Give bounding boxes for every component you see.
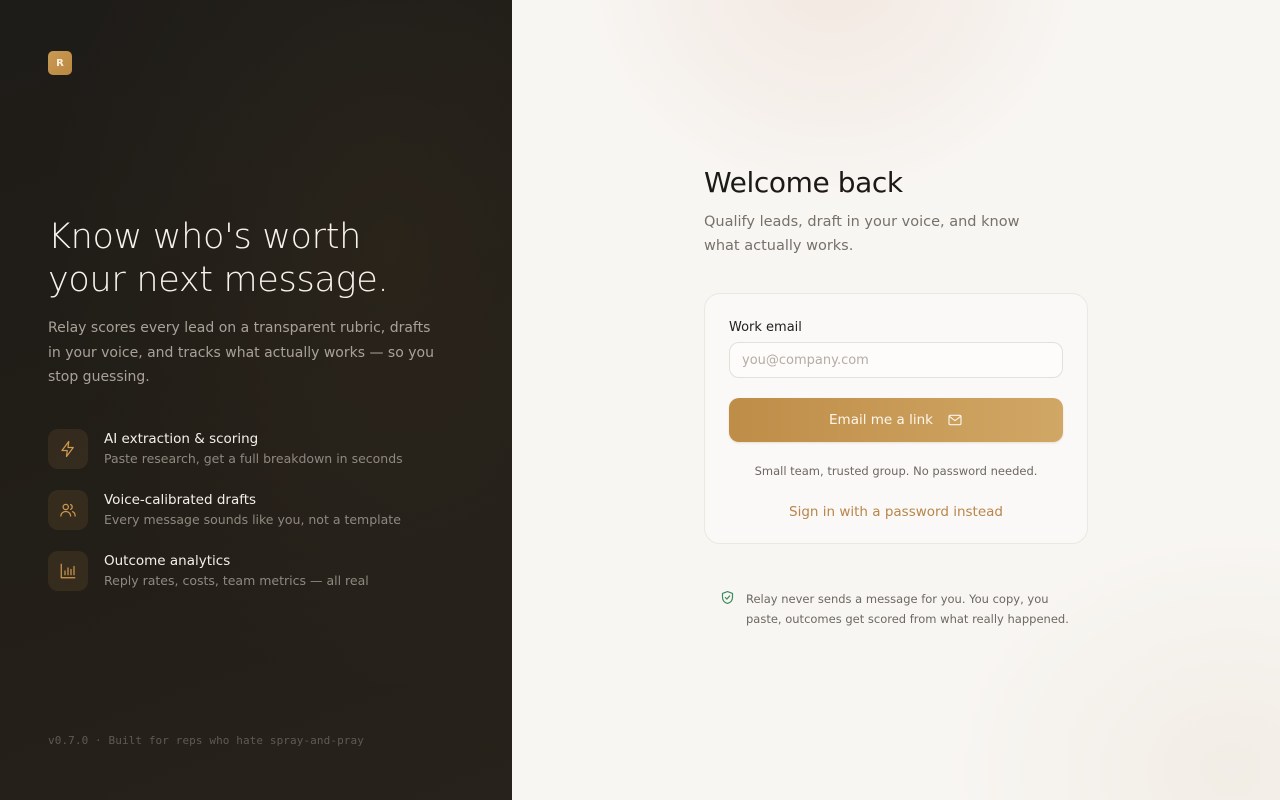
auth-panel: Welcome back Qualify leads, draft in you… [512,0,1280,800]
feature-item: Outcome analytics Reply rates, costs, te… [48,551,468,591]
email-link-button-label: Email me a link [829,412,933,428]
email-link-button[interactable]: Email me a link [729,398,1063,442]
auth-subtitle: Qualify leads, draft in your voice, and … [704,214,1020,254]
shield-check-icon [720,590,735,609]
users-icon [48,490,88,530]
auth-container: Welcome back Qualify leads, draft in you… [704,164,1088,629]
lightning-icon [48,429,88,469]
password-signin-link[interactable]: Sign in with a password instead [729,503,1063,521]
hero-title: Know who's worth your next message. [48,216,468,302]
email-label: Work email [729,320,802,335]
email-field[interactable] [729,342,1063,378]
logo: R [48,51,72,75]
hero-title-line-1: Know who's worth [48,217,362,257]
brand-panel: R Know who's worth your next message. Re… [0,0,512,800]
auth-title: Welcome back [704,166,903,199]
feature-description: Every message sounds like you, not a tem… [104,512,401,527]
feature-description: Paste research, get a full breakdown in … [104,451,403,466]
mail-icon [947,412,963,428]
hero-subtitle: Relay scores every lead on a transparent… [48,320,434,385]
auth-hint: Small team, trusted group. No password n… [754,464,1038,478]
feature-title: AI extraction & scoring [104,431,259,447]
privacy-notice: Relay never sends a message for you. You… [704,589,1088,629]
feature-list: AI extraction & scoring Paste research, … [48,429,468,612]
login-card: Work email Email me a link Small team, t… [704,293,1088,544]
version-footer: v0.7.0 · Built for reps who hate spray-a… [48,734,364,747]
feature-title: Outcome analytics [104,553,231,569]
bar-chart-icon [48,551,88,591]
feature-description: Reply rates, costs, team metrics — all r… [104,573,369,588]
feature-item: AI extraction & scoring Paste research, … [48,429,468,469]
feature-title: Voice-calibrated drafts [104,492,257,508]
feature-item: Voice-calibrated drafts Every message so… [48,490,468,530]
hero-title-line-2: your next message. [48,260,389,300]
privacy-notice-text: Relay never sends a message for you. You… [746,592,1069,626]
